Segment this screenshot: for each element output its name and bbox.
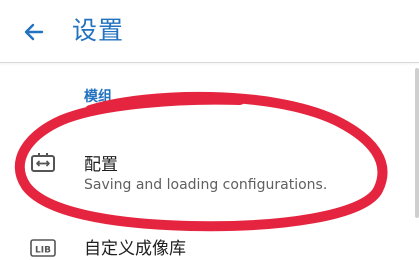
arrow-left-icon [24, 23, 44, 41]
section-header: 模组 [84, 89, 112, 105]
preference-item-custom-imaging-library[interactable]: LIB 自定义成像库 [0, 224, 419, 260]
scrollbar[interactable] [415, 68, 419, 218]
lib-icon-text: LIB [35, 246, 51, 256]
preference-title: 自定义成像库 [84, 239, 186, 259]
preference-item-config[interactable]: 配置 Saving and loading configurations. [0, 138, 419, 210]
preference-summary: Saving and loading configurations. [84, 177, 328, 193]
config-swap-icon [31, 153, 55, 172]
lib-icon: LIB [30, 239, 56, 257]
page-title: 设置 [72, 16, 125, 45]
preference-title: 配置 [84, 155, 118, 175]
back-button[interactable] [14, 14, 54, 50]
app-bar: 设置 [0, 0, 419, 63]
